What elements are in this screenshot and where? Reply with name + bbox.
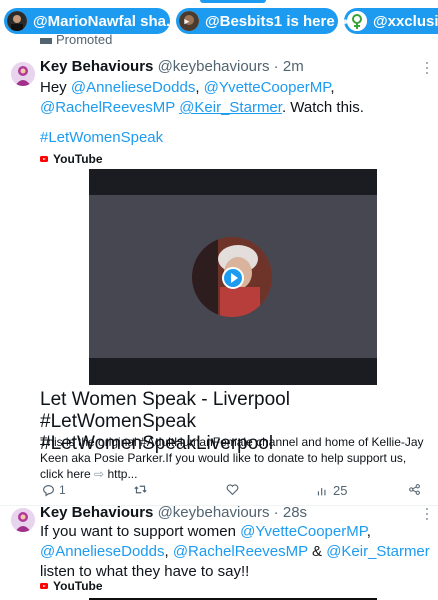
- external-link-icon: ⇨: [94, 467, 105, 481]
- host-avatar: [7, 11, 27, 31]
- user-handle[interactable]: @keybehaviours: [158, 504, 270, 521]
- retweet-button[interactable]: [134, 483, 151, 496]
- avatar[interactable]: [11, 508, 35, 532]
- more-options-icon[interactable]: [426, 508, 429, 520]
- display-name[interactable]: Key Behaviours: [40, 58, 153, 75]
- space-pill-xxclusion[interactable]: @xxclusion: [344, 8, 438, 34]
- retweet-icon: [134, 485, 147, 494]
- card-link[interactable]: http...: [107, 467, 137, 481]
- link-source: YouTube: [40, 579, 103, 593]
- source-label: YouTube: [53, 152, 103, 166]
- live-indicator-icon: ▸: [184, 15, 190, 26]
- mention-link[interactable]: @AnnelieseDodds: [71, 79, 195, 96]
- top-strip: [0, 0, 438, 8]
- hashtag-line: #LetWomenSpeak: [40, 128, 432, 148]
- text-segment: If you want to support women: [40, 523, 236, 540]
- like-button[interactable]: [226, 483, 243, 496]
- mention-link[interactable]: @RachelReevesMP: [40, 99, 175, 116]
- promoted-label: Promoted: [40, 32, 112, 44]
- user-handle[interactable]: @keybehaviours: [158, 58, 270, 75]
- view-count: 25: [333, 483, 348, 498]
- mention-link[interactable]: @YvetteCooperMP: [204, 79, 331, 96]
- video-thumbnail[interactable]: [89, 169, 377, 385]
- reply-count: 1: [59, 483, 66, 497]
- link-source: YouTube: [40, 152, 103, 166]
- views-button[interactable]: 25: [316, 483, 347, 498]
- tweet-header: Key Behaviours @keybehaviours · 2m: [40, 58, 304, 78]
- heart-icon: [226, 484, 239, 496]
- avatar[interactable]: [11, 62, 35, 86]
- live-indicator-icon: ◂▸: [340, 15, 350, 26]
- promoted-text: Promoted: [56, 32, 113, 44]
- display-name[interactable]: Key Behaviours: [40, 504, 153, 521]
- tweet-header: Key Behaviours @keybehaviours · 28s: [40, 504, 307, 524]
- timestamp[interactable]: 28s: [283, 504, 307, 521]
- mention-link[interactable]: @YvetteCooperMP: [240, 523, 367, 540]
- views-icon: [317, 488, 326, 496]
- promoted-icon: [40, 37, 52, 44]
- more-options-icon[interactable]: [426, 62, 429, 74]
- tweet-actions: 1 25: [40, 483, 420, 499]
- mention-link[interactable]: @RachelReevesMP: [173, 543, 308, 560]
- separator-dot: ·: [269, 58, 283, 75]
- reply-icon: [43, 484, 54, 496]
- mention-link[interactable]: @Keir_Starmer: [179, 99, 282, 116]
- text-segment: listen to what they have to say!!: [40, 563, 250, 580]
- space-pill-label: @Besbits1 is here: [205, 12, 335, 30]
- space-pill-mario[interactable]: @MarioNawfal sha... ▸: [4, 8, 189, 34]
- youtube-icon: [40, 156, 48, 162]
- text-segment: Hey: [40, 79, 67, 96]
- space-pill-besbits[interactable]: @Besbits1 is here ◂▸: [176, 8, 350, 34]
- text-segment: . Watch this.: [281, 99, 364, 116]
- text-segment: &: [312, 543, 323, 560]
- timestamp[interactable]: 2m: [283, 58, 304, 75]
- tweet-text: Hey @AnnelieseDodds, @YvetteCooperMP, @R…: [40, 79, 364, 116]
- card-description: This is the original #AdultHumanFemale c…: [40, 434, 432, 482]
- youtube-icon: [40, 583, 48, 589]
- mention-link[interactable]: @AnnelieseDodds: [40, 543, 164, 560]
- source-label: YouTube: [53, 579, 103, 593]
- separator-dot: ·: [269, 504, 283, 521]
- share-icon: [409, 484, 420, 495]
- space-pill-label: @xxclusion: [373, 12, 438, 30]
- space-pill-label: @MarioNawfal sha...: [33, 12, 179, 30]
- host-avatar: [347, 11, 367, 31]
- share-button[interactable]: [408, 483, 421, 496]
- active-tab-indicator: [200, 0, 266, 3]
- tweet-text: If you want to support women @YvetteCoop…: [40, 523, 430, 580]
- play-icon[interactable]: [222, 267, 244, 289]
- hashtag-link[interactable]: #LetWomenSpeak: [40, 129, 163, 146]
- reply-button[interactable]: 1: [42, 483, 66, 497]
- mention-link[interactable]: @Keir_Starmer: [326, 543, 430, 560]
